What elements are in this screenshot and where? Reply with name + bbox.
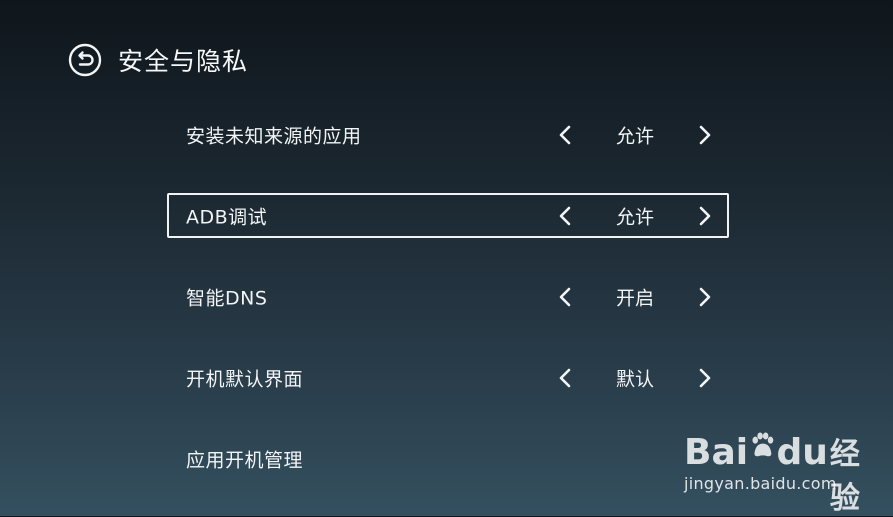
setting-value: 允许 xyxy=(615,125,654,147)
paw-icon xyxy=(752,432,774,457)
watermark-suffix: 经验 xyxy=(829,437,860,516)
page-title: 安全与隐私 xyxy=(118,47,249,76)
setting-label: 安装未知来源的应用 xyxy=(186,125,362,147)
setting-value: 默认 xyxy=(615,368,654,390)
setting-value: 开启 xyxy=(615,287,654,309)
setting-row-default-boot-screen[interactable]: 开机默认界面 默认 xyxy=(167,355,729,400)
chevron-right-icon[interactable] xyxy=(697,286,713,308)
setting-row-adb-debugging[interactable]: ADB调试 允许 xyxy=(167,193,729,238)
chevron-left-icon[interactable] xyxy=(557,124,573,146)
setting-label: 智能DNS xyxy=(186,287,268,309)
setting-label: 应用开机管理 xyxy=(186,449,304,471)
setting-row-app-boot-management[interactable]: 应用开机管理 xyxy=(167,436,729,481)
chevron-right-icon[interactable] xyxy=(697,124,713,146)
back-arrow-circle-icon[interactable] xyxy=(68,43,102,77)
chevron-left-icon[interactable] xyxy=(557,286,573,308)
setting-row-smart-dns[interactable]: 智能DNS 开启 xyxy=(167,274,729,319)
setting-label: 开机默认界面 xyxy=(186,368,304,390)
watermark-brand-right: du xyxy=(776,432,828,473)
chevron-left-icon[interactable] xyxy=(557,367,573,389)
chevron-right-icon[interactable] xyxy=(697,205,713,227)
setting-value: 允许 xyxy=(615,206,654,228)
header: 安全与隐私 xyxy=(68,42,248,78)
settings-list: 安装未知来源的应用 允许 ADB调试 允许 智能DNS 开启 开机默认界面 默认… xyxy=(167,112,729,517)
chevron-right-icon[interactable] xyxy=(697,367,713,389)
chevron-left-icon[interactable] xyxy=(557,205,573,227)
setting-row-install-unknown-sources[interactable]: 安装未知来源的应用 允许 xyxy=(167,112,729,157)
setting-label: ADB调试 xyxy=(186,206,268,228)
